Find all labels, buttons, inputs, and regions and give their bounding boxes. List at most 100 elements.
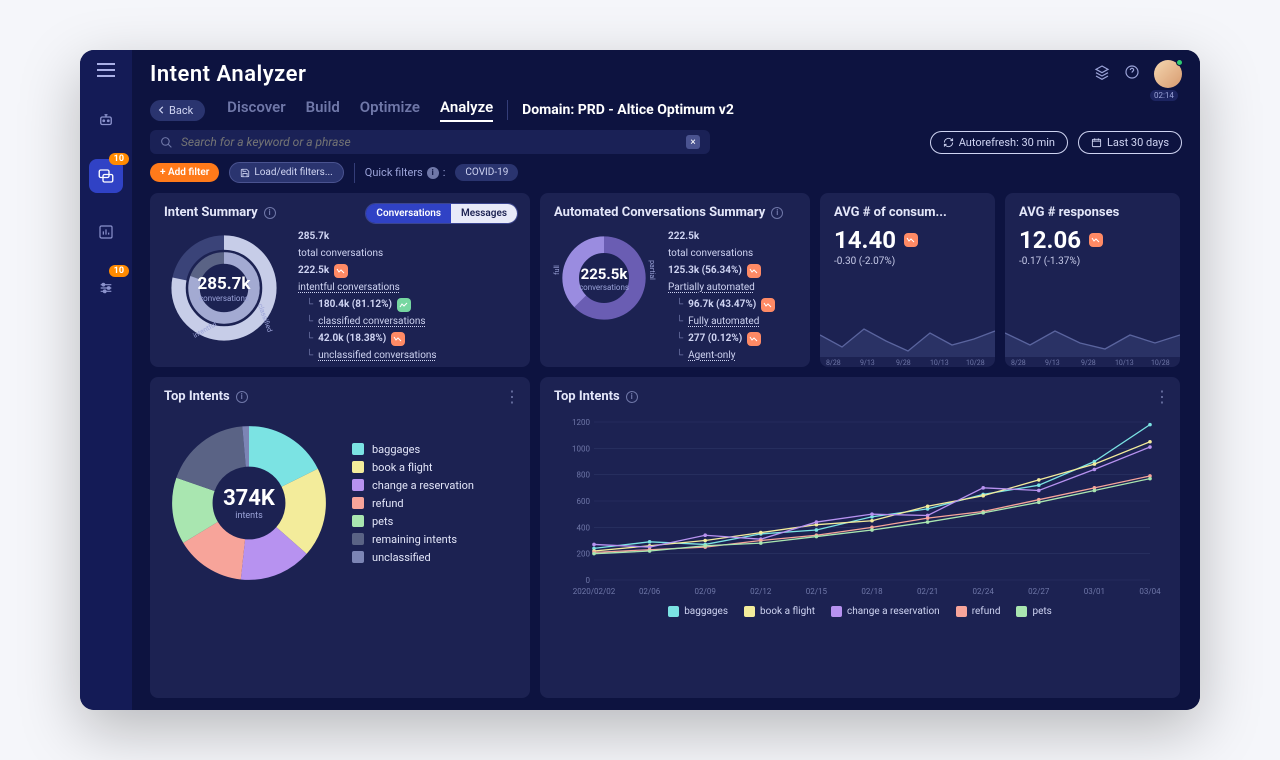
info-icon[interactable]: i [771,207,783,219]
refresh-icon [943,137,954,148]
user-avatar[interactable]: 02:14 [1154,60,1182,88]
legend-item[interactable]: change a reservation [352,479,474,492]
info-icon[interactable]: i [236,391,248,403]
legend-item[interactable]: pets [352,515,474,528]
nav-bot-icon[interactable] [89,103,123,137]
header: Intent Analyzer 02:14 [132,50,1200,98]
svg-text:9/13: 9/13 [1045,359,1060,367]
legend-item[interactable]: baggages [352,443,474,456]
calendar-icon [1091,137,1102,148]
top-intents-legend: baggages book a flight change a reservatio… [352,438,474,569]
tab-build[interactable]: Build [306,98,340,122]
legend-item[interactable]: book a flight [352,461,474,474]
load-filters-button[interactable]: Load/edit filters... [229,162,343,183]
main-panel: Intent Analyzer 02:14 Back Discover Buil… [132,50,1200,710]
trend-down-icon [747,264,761,278]
card-menu-icon[interactable]: ⋮ [504,387,520,406]
classified-link[interactable]: classified conversations [318,313,425,330]
card-title: Automated Conversations Summaryi [554,205,796,220]
save-icon [240,168,250,178]
tab-optimize[interactable]: Optimize [360,98,420,122]
separator [507,100,508,120]
tab-discover[interactable]: Discover [227,98,285,122]
toggle-conversations: Conversations [366,204,451,223]
nav-conversations-icon[interactable]: 10 [89,159,123,193]
legend-item[interactable]: change a reservation [831,606,940,617]
intentful-link[interactable]: intentful conversations [298,279,400,296]
clear-search-icon[interactable]: × [686,135,700,149]
nav-analytics-icon[interactable] [89,215,123,249]
trend-down-icon [747,332,761,346]
nav-rail: 10 10 [80,50,132,710]
top-intents-linechart: 0200400600800100012002020/02/0202/0602/0… [554,414,1166,600]
session-timer: 02:14 [1150,90,1178,101]
svg-text:8/28: 8/28 [826,359,841,367]
svg-text:10/28: 10/28 [1151,359,1170,367]
domain-label: Domain: PRD - Altice Optimum v2 [522,102,734,118]
info-icon[interactable]: i [264,207,276,219]
trend-down-icon [761,298,775,312]
auto-summary-legend: 222.5k total conversations 125.3k (56.34… [668,228,775,364]
trend-up-icon [397,298,411,312]
top-intents-donut: 374Kintents [164,418,334,588]
svg-text:200: 200 [577,550,591,559]
svg-text:10/28: 10/28 [966,359,985,367]
svg-text:9/28: 9/28 [896,359,911,367]
nav-badge: 10 [109,265,129,277]
legend-item[interactable]: pets [1016,606,1051,617]
svg-text:02/27: 02/27 [1028,587,1050,596]
svg-text:03/01: 03/01 [1084,587,1105,596]
svg-text:9/28: 9/28 [1081,359,1096,367]
linechart-legend: baggages book a flight change a reservatio… [554,606,1166,617]
legend-item[interactable]: baggages [668,606,728,617]
search-input[interactable] [181,135,678,149]
legend-item[interactable]: refund [956,606,1001,617]
svg-text:02/06: 02/06 [639,587,661,596]
full-auto-link[interactable]: Fully automated [688,313,759,330]
legend-item[interactable]: refund [352,497,474,510]
svg-text:9/13: 9/13 [860,359,875,367]
card-top-intents-line: Top Intentsi ⋮ 0200400600800100012002020… [540,377,1180,698]
nav-badge: 10 [109,153,129,165]
quick-filter-chip[interactable]: COVID-19 [455,164,518,181]
agent-only-link[interactable]: Agent-only [688,347,735,364]
legend-item[interactable]: book a flight [744,606,815,617]
legend-item[interactable]: remaining intents [352,533,474,546]
presence-dot-icon [1176,59,1183,66]
svg-text:02/15: 02/15 [806,587,828,596]
dashboard-grid: Intent Summaryi Conversations Messages 2… [132,193,1200,710]
card-title: AVG # responses [1019,205,1166,220]
help-icon[interactable] [1124,64,1140,84]
app-title: Intent Analyzer [150,62,306,87]
svg-text:600: 600 [577,497,591,506]
hamburger-icon[interactable] [97,62,115,81]
daterange-button[interactable]: Last 30 days [1078,131,1182,154]
add-filter-button[interactable]: + Add filter [150,163,219,182]
card-kpi-responses: AVG # responses 12.06 -0.17 (-1.37%) 8/2… [1005,193,1180,367]
svg-text:8/28: 8/28 [1011,359,1026,367]
auto-summary-donut: 225.5kconversations full partial [554,228,654,328]
kpi-delta: -0.17 (-1.37%) [1019,256,1166,267]
unclassified-link[interactable]: unclassified conversations [318,347,436,364]
svg-text:800: 800 [577,471,591,480]
back-button[interactable]: Back [150,100,205,121]
layers-icon[interactable] [1094,64,1110,84]
nav-bar: Back Discover Build Optimize Analyze Dom… [132,98,1200,130]
card-menu-icon[interactable]: ⋮ [1154,387,1170,406]
autorefresh-button[interactable]: Autorefresh: 30 min [930,131,1068,154]
svg-text:02/18: 02/18 [861,587,883,596]
svg-text:02/21: 02/21 [917,587,938,596]
separator [354,163,355,183]
svg-text:1000: 1000 [572,444,590,453]
legend-item[interactable]: unclassified [352,551,474,564]
toggle-conv-msg[interactable]: Conversations Messages [365,203,518,224]
card-intent-summary: Intent Summaryi Conversations Messages 2… [150,193,530,367]
intent-summary-legend: 285.7k total conversations 222.5k intent… [298,228,437,364]
partial-auto-link[interactable]: Partially automated [668,279,755,296]
svg-text:02/12: 02/12 [750,587,772,596]
info-icon[interactable]: i [626,391,638,403]
nav-sliders-icon[interactable]: 10 [89,271,123,305]
search-box[interactable]: × [150,130,710,154]
tab-analyze[interactable]: Analyze [440,98,493,122]
app-window: 10 10 Intent Analyzer 02:14 Back Discove… [80,50,1200,710]
